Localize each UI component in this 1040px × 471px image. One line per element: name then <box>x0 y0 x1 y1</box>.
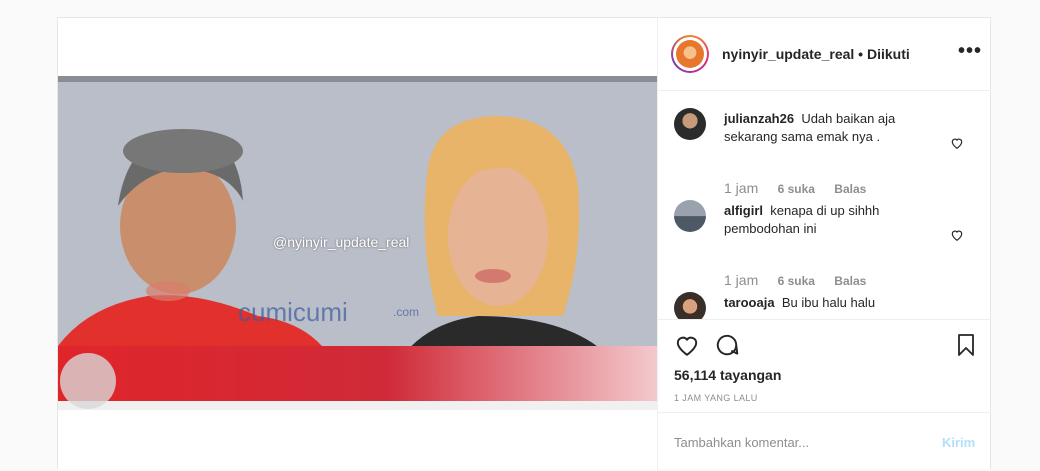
post-media: cumicumi .com @nyinyir_update_real <box>58 18 657 470</box>
comment-text: julianzah26 Udah baikan aja sekarang sam… <box>724 110 939 146</box>
comment-icon[interactable] <box>714 332 740 358</box>
comment-avatar[interactable] <box>674 292 706 319</box>
header-username-row: nyinyir_update_real • Diikuti <box>722 46 910 62</box>
follow-status[interactable]: Diikuti <box>867 46 910 62</box>
comment-username[interactable]: tarooaja <box>724 295 775 310</box>
bookmark-icon[interactable] <box>954 332 978 358</box>
comment-input[interactable]: Tambahkan komentar... <box>674 435 809 450</box>
comment-text: tarooaja Bu ibu halu halu <box>724 294 939 312</box>
more-options-icon[interactable]: ••• <box>958 40 982 63</box>
comment-likes[interactable]: 6 suka <box>778 182 815 196</box>
comment-meta: 1 jam 6 suka Balas <box>724 272 882 288</box>
svg-text:cumicumi: cumicumi <box>238 297 348 327</box>
video-player[interactable]: cumicumi .com @nyinyir_update_real <box>58 76 657 410</box>
comment-list: julianzah26 Udah baikan aja sekarang sam… <box>658 90 991 319</box>
separator: • <box>854 46 867 62</box>
comment-text: alfigirl kenapa di up sihhh pembodohan i… <box>724 202 939 238</box>
reply-button[interactable]: Balas <box>834 182 866 196</box>
username-link[interactable]: nyinyir_update_real <box>722 46 854 62</box>
svg-text:.com: .com <box>393 305 419 319</box>
post-timestamp[interactable]: 1 JAM YANG LALU <box>674 393 758 403</box>
comment-like-icon[interactable] <box>950 136 964 150</box>
view-count[interactable]: 56,114 tayangan <box>674 367 781 383</box>
heart-icon[interactable] <box>674 332 700 358</box>
video-watermark: @nyinyir_update_real <box>273 234 410 250</box>
comment-likes[interactable]: 6 suka <box>778 274 815 288</box>
comment-body: Bu ibu halu halu <box>781 295 876 310</box>
comment-time[interactable]: 1 jam <box>724 180 758 196</box>
post-header: nyinyir_update_real • Diikuti ••• <box>658 18 991 91</box>
comment-avatar[interactable] <box>674 200 706 232</box>
comment-avatar[interactable] <box>674 108 706 140</box>
add-comment-section: Tambahkan komentar... Kirim <box>658 412 991 471</box>
comment-username[interactable]: alfigirl <box>724 203 763 218</box>
comment-username[interactable]: julianzah26 <box>724 111 794 126</box>
comment-meta: 1 jam 6 suka Balas <box>724 180 882 196</box>
reply-button[interactable]: Balas <box>834 274 866 288</box>
post-sidebar: nyinyir_update_real • Diikuti ••• julian… <box>657 18 991 470</box>
comment-time[interactable]: 1 jam <box>724 272 758 288</box>
comment-like-icon[interactable] <box>950 228 964 242</box>
send-button[interactable]: Kirim <box>942 435 975 450</box>
profile-avatar[interactable] <box>671 35 709 73</box>
post-container: cumicumi .com @nyinyir_update_real nyiny… <box>57 17 991 470</box>
